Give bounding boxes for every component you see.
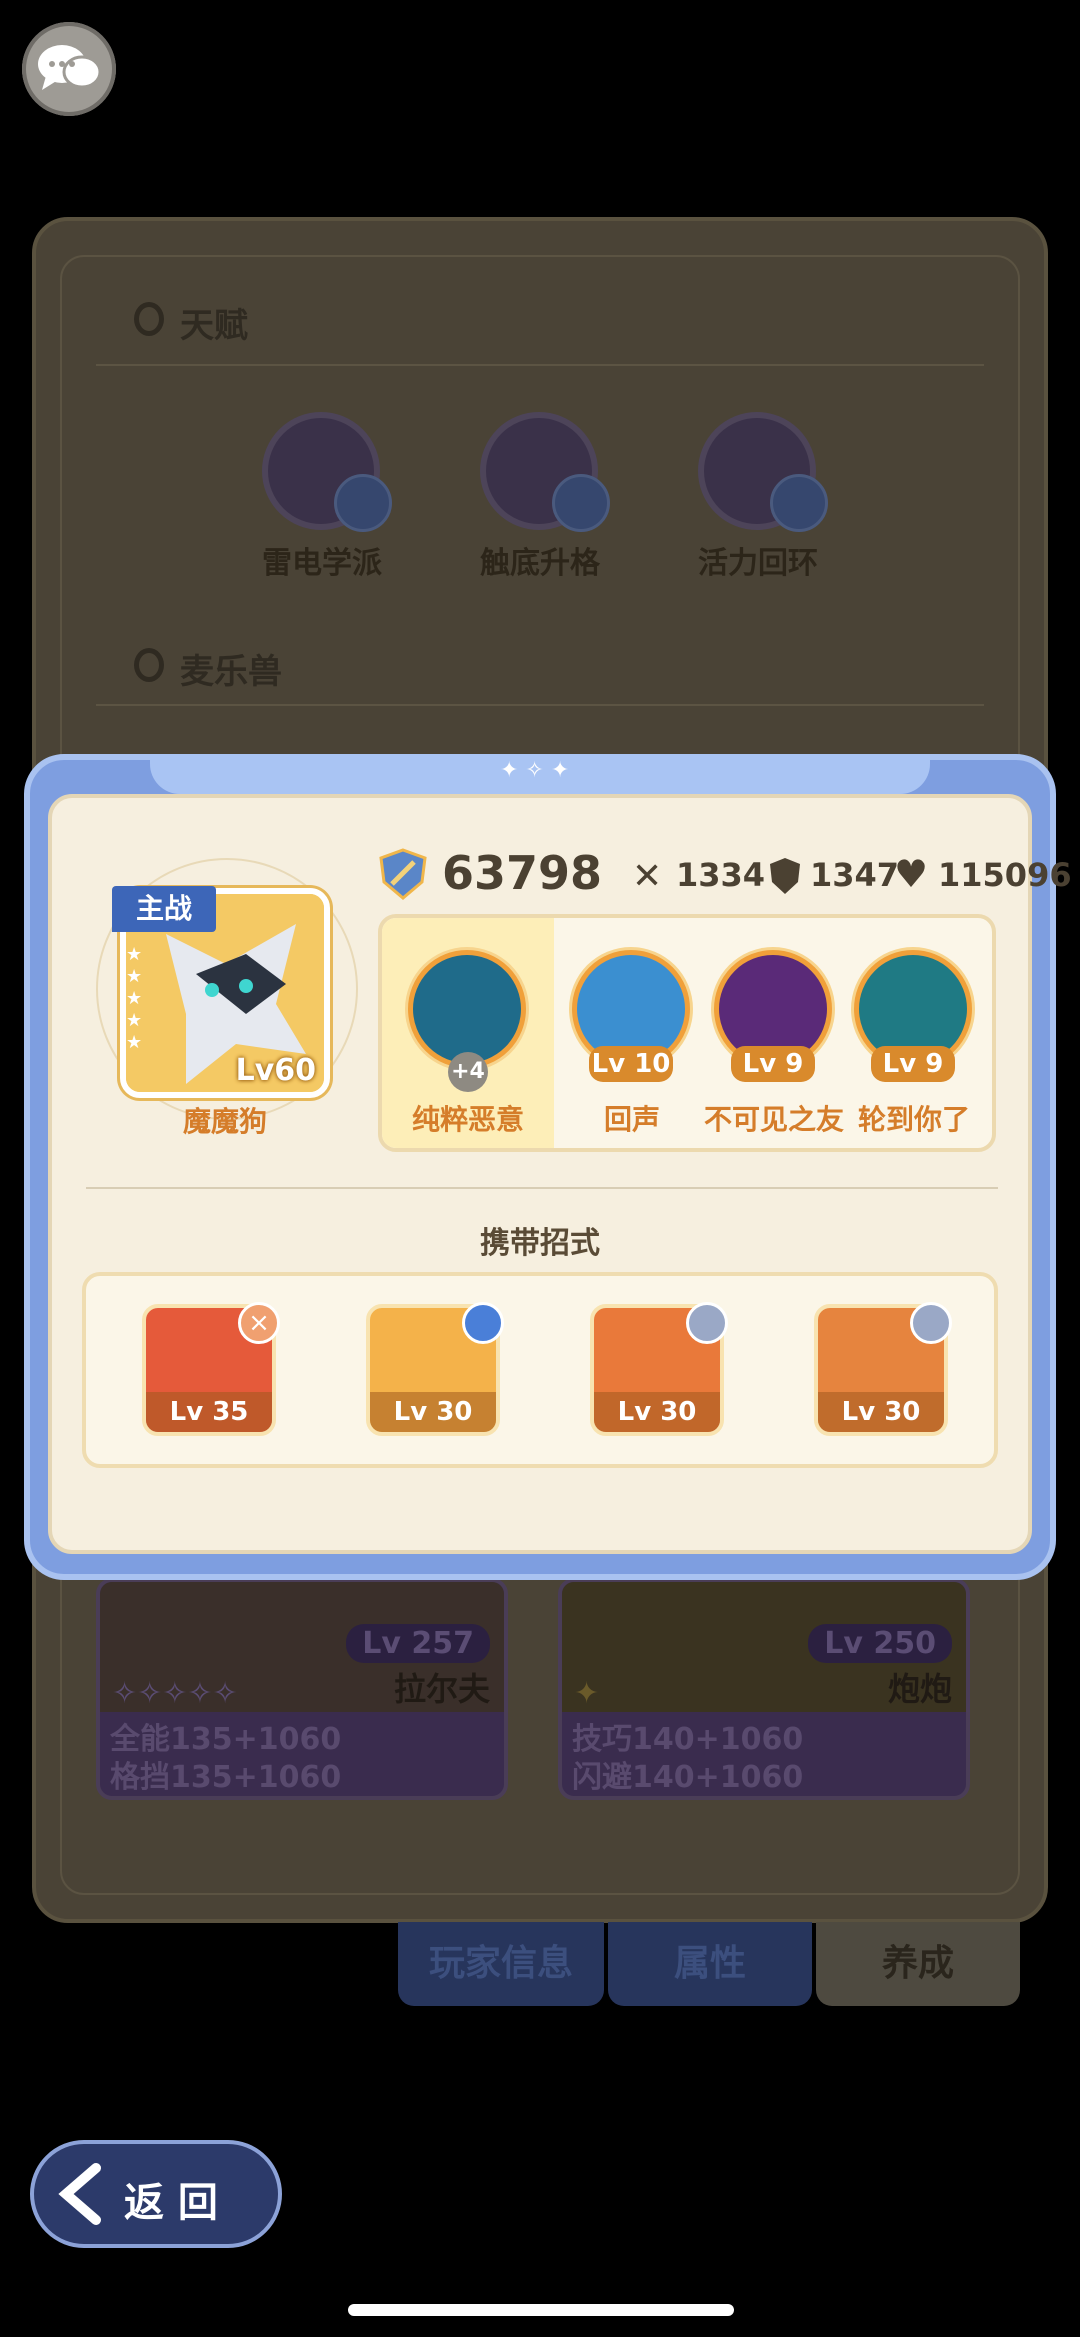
rank-stars-icon: ★ ★ ★ ★ ★	[126, 944, 143, 1053]
chat-icon	[38, 45, 102, 90]
tab-attributes[interactable]: 属性	[608, 1922, 812, 2006]
hero-name: 魔魔狗	[182, 1105, 267, 1138]
team-member-name: 纯粹恶意	[411, 1103, 524, 1136]
team-member-level: Lv 9	[871, 1046, 955, 1082]
modal-divider	[86, 1187, 998, 1189]
talent-label: 触底升格	[480, 546, 600, 581]
team-member-avatar[interactable]	[408, 950, 526, 1068]
section-divider	[96, 704, 984, 706]
skill-level: Lv 30	[370, 1392, 496, 1432]
tab-cultivation[interactable]: 养成	[816, 1922, 1020, 2006]
back-button[interactable]: 返 回	[30, 2140, 282, 2248]
star-rating-icon: ✦	[574, 1676, 600, 1711]
skill-level: Lv 30	[818, 1392, 944, 1432]
hp-heart-icon: ♥	[894, 852, 929, 896]
beast-card[interactable]: Lv 250 炮炮 ✦ 技巧140+1060 闪避140+1060	[558, 1578, 970, 1800]
star-rating-icon: ✧✧✧✧✧	[112, 1676, 238, 1711]
talent-star[interactable]	[698, 412, 828, 532]
magnify-icon	[770, 474, 828, 532]
home-indicator[interactable]	[348, 2304, 734, 2316]
chat-button[interactable]	[22, 22, 116, 116]
beast-level: Lv 257	[346, 1624, 490, 1663]
beast-name: 炮炮	[887, 1670, 952, 1708]
magnify-icon	[334, 474, 392, 532]
attack-value: 1334	[676, 856, 766, 894]
magnify-icon	[552, 474, 610, 532]
skill-level: Lv 35	[146, 1392, 272, 1432]
team-member-level: Lv 10	[589, 1046, 673, 1082]
swirl-icon	[910, 1302, 952, 1344]
power-value: 63798	[442, 846, 603, 900]
talent-label: 雷电学派	[262, 546, 382, 581]
beast-section-icon	[134, 648, 164, 682]
close-icon[interactable]: ×	[238, 1302, 280, 1344]
beast-stat: 格挡135+1060	[110, 1760, 342, 1795]
back-label: 返 回	[124, 2180, 218, 2226]
back-arrow-icon	[56, 2162, 114, 2226]
beast-level: Lv 250	[808, 1624, 952, 1663]
beast-name: 拉尔夫	[393, 1670, 490, 1708]
talent-section-icon	[134, 302, 164, 336]
shield-icon	[462, 1302, 504, 1344]
attack-icon: ✕	[632, 856, 663, 897]
team-member-level: Lv 9	[731, 1046, 815, 1082]
defense-value: 1347	[810, 856, 900, 894]
skills-title: 携带招式	[480, 1226, 600, 1261]
team-member-name: 轮到你了	[857, 1103, 970, 1136]
talent-label: 活力回环	[698, 546, 818, 581]
team-member-name: 回声	[603, 1103, 660, 1136]
sparkle-icon: ✦ ✧ ✦	[500, 758, 570, 783]
beast-stat: 闪避140+1060	[572, 1760, 804, 1795]
beast-card[interactable]: Lv 257 拉尔夫 ✧✧✧✧✧ 全能135+1060 格挡135+1060	[96, 1578, 508, 1800]
team-member-name: 不可见之友	[703, 1103, 844, 1136]
power-shield-icon	[378, 848, 428, 900]
swirl-icon	[686, 1302, 728, 1344]
defense-icon	[768, 856, 802, 896]
talent-flower[interactable]	[480, 412, 610, 532]
talent-section-title: 天赋	[180, 306, 248, 346]
talent-lightning[interactable]	[262, 412, 392, 532]
tab-player-info[interactable]: 玩家信息	[398, 1922, 604, 2006]
skill-level: Lv 30	[594, 1392, 720, 1432]
team-member-badge: +4	[448, 1052, 488, 1092]
section-divider	[96, 364, 984, 366]
main-battle-tag: 主战	[112, 886, 216, 932]
hero-level: Lv60	[235, 1053, 316, 1088]
beast-section-title: 麦乐兽	[180, 652, 282, 692]
hp-value: 115096	[938, 856, 1072, 894]
